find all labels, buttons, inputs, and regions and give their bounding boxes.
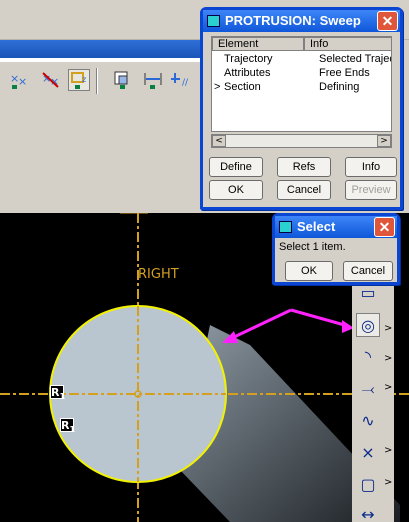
column-header-element[interactable]: Element <box>212 37 304 51</box>
element-table[interactable]: Element Info Trajectory Selected Trajec … <box>211 36 392 132</box>
offset-edge-icon[interactable]: ▢ <box>356 473 380 497</box>
protrusion-sweep-dialog: PROTRUSION: Sweep ✕ Element Info Traject… <box>200 7 403 210</box>
svg-text://: // <box>182 78 189 88</box>
spin-center-icon[interactable]: // <box>170 69 192 91</box>
close-icon[interactable]: ✕ <box>374 217 395 237</box>
window-border <box>0 58 200 62</box>
spline-icon[interactable]: ∿ <box>356 409 380 433</box>
table-row[interactable]: Attributes <box>224 66 304 80</box>
chevron-right-icon[interactable]: > <box>384 324 392 334</box>
row-marker: > <box>214 81 221 93</box>
dialog-title-bar[interactable]: Select ✕ <box>275 216 397 238</box>
repaint-icon[interactable] <box>112 69 134 91</box>
table-row[interactable]: Trajectory <box>224 52 304 66</box>
dialog-title: PROTRUSION: Sweep <box>225 13 361 28</box>
circle-icon[interactable]: ◎ <box>356 313 380 337</box>
row-marker <box>214 66 222 80</box>
constraint-marker: R1 <box>60 418 76 435</box>
chevron-right-icon[interactable]: > <box>384 446 392 456</box>
datum-label-right: RIGHT <box>138 267 179 282</box>
dimension-icon[interactable]: ↔ <box>356 503 380 522</box>
select-message: Select 1 item. <box>279 241 346 253</box>
window-icon <box>207 15 220 27</box>
row-marker <box>214 52 222 66</box>
table-row-info: Selected Trajec <box>319 53 391 65</box>
view-toolbar: × × × × z // <box>0 64 200 102</box>
chevron-right-icon[interactable]: > <box>384 354 392 364</box>
chevron-right-icon[interactable]: > <box>384 478 392 488</box>
refs-button[interactable]: Refs <box>277 157 331 177</box>
svg-text:z: z <box>82 75 86 84</box>
table-row[interactable]: Section <box>224 80 304 94</box>
dimension-x-icon[interactable]: × × <box>8 69 30 91</box>
window-icon <box>279 221 292 233</box>
close-icon[interactable]: ✕ <box>377 11 398 31</box>
table-row-info: Defining <box>319 81 360 93</box>
sketch-tool-palette: ▭ ◎ > ◝ > ⤙ > ∿ × > ▢ > ↔ <box>352 275 394 522</box>
annotation-arrow-left <box>231 308 292 340</box>
preview-button: Preview <box>345 180 397 200</box>
define-button[interactable]: Define <box>209 157 263 177</box>
ok-button[interactable]: OK <box>285 261 333 281</box>
scroll-left-icon[interactable]: < <box>212 135 226 147</box>
delete-dimension-x-icon[interactable]: × × <box>40 69 62 91</box>
fillet-icon[interactable]: ⤙ <box>356 377 380 401</box>
select-dialog: Select ✕ Select 1 item. OK Cancel <box>272 213 400 285</box>
dialog-title: Select <box>297 219 336 234</box>
constraint-marker: R1 <box>50 385 66 402</box>
datum-filter-icon[interactable]: z <box>68 69 90 91</box>
arc-icon[interactable]: ◝ <box>356 345 380 369</box>
column-header-info[interactable]: Info <box>304 37 392 51</box>
ok-button[interactable]: OK <box>209 180 263 200</box>
scroll-right-icon[interactable]: > <box>377 135 391 147</box>
horizontal-scrollbar[interactable]: < > <box>211 134 392 148</box>
dialog-title-bar[interactable]: PROTRUSION: Sweep ✕ <box>203 10 400 32</box>
window-title-bar <box>0 40 200 58</box>
fit-icon[interactable] <box>142 69 164 91</box>
point-icon[interactable]: × <box>356 441 380 465</box>
svg-text:×: × <box>18 75 27 88</box>
annotation-arrow-right <box>290 308 349 328</box>
cancel-button[interactable]: Cancel <box>343 261 393 281</box>
table-row-info: Free Ends <box>319 67 370 79</box>
info-button[interactable]: Info <box>345 157 397 177</box>
chevron-right-icon[interactable]: > <box>384 383 392 393</box>
toolbar-separator <box>96 68 98 94</box>
cancel-button[interactable]: Cancel <box>277 180 331 200</box>
